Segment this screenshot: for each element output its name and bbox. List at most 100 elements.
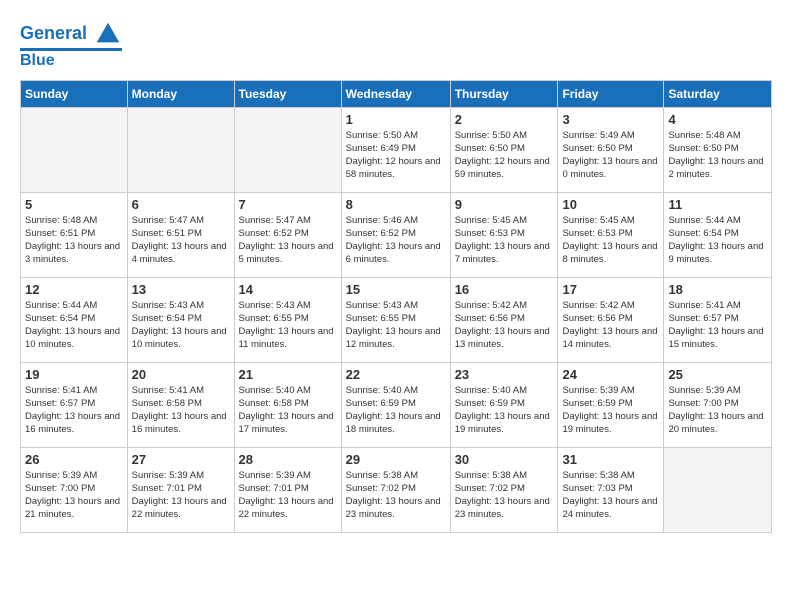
day-info: Sunrise: 5:41 AMSunset: 6:57 PMDaylight:… [668,299,767,352]
logo-text: General [20,20,122,48]
day-info: Sunrise: 5:50 AMSunset: 6:50 PMDaylight:… [455,129,554,182]
day-number: 2 [455,112,554,127]
day-number: 12 [25,282,123,297]
calendar-table: SundayMondayTuesdayWednesdayThursdayFrid… [20,80,772,533]
calendar-cell: 22 Sunrise: 5:40 AMSunset: 6:59 PMDayligh… [341,362,450,447]
calendar-cell: 11 Sunrise: 5:44 AMSunset: 6:54 PMDayligh… [664,192,772,277]
day-info: Sunrise: 5:41 AMSunset: 6:57 PMDaylight:… [25,384,123,437]
day-number: 21 [239,367,337,382]
day-info: Sunrise: 5:40 AMSunset: 6:59 PMDaylight:… [455,384,554,437]
day-number: 3 [562,112,659,127]
day-number: 6 [132,197,230,212]
calendar-cell: 16Sunrise: 5:42 AMSunset: 6:56 PMDayligh… [450,277,558,362]
day-number: 27 [132,452,230,467]
calendar-cell: 6Sunrise: 5:47 AMSunset: 6:51 PMDaylight… [127,192,234,277]
days-header-row: SundayMondayTuesdayWednesdayThursdayFrid… [21,80,772,107]
day-number: 20 [132,367,230,382]
day-header-thursday: Thursday [450,80,558,107]
day-info: Sunrise: 5:44 AMSunset: 6:54 PMDaylight:… [668,214,767,267]
week-row-2: 5Sunrise: 5:48 AMSunset: 6:51 PMDaylight… [21,192,772,277]
calendar-cell: 26 Sunrise: 5:39 AMSunset: 7:00 PMDayligh… [21,447,128,532]
page-header: General Blue [20,20,772,70]
day-number: 29 [346,452,446,467]
calendar-cell: 28 Sunrise: 5:39 AMSunset: 7:01 PMDayligh… [234,447,341,532]
calendar-cell: 30 Sunrise: 5:38 AMSunset: 7:02 PMDayligh… [450,447,558,532]
day-number: 23 [455,367,554,382]
day-number: 31 [562,452,659,467]
day-number: 9 [455,197,554,212]
day-number: 19 [25,367,123,382]
day-info: Sunrise: 5:41 AMSunset: 6:58 PMDaylight:… [132,384,230,437]
calendar-cell: 10 Sunrise: 5:45 AMSunset: 6:53 PMDayligh… [558,192,664,277]
day-info: Sunrise: 5:39 AMSunset: 6:59 PMDaylight:… [562,384,659,437]
day-info: Sunrise: 5:43 AMSunset: 6:54 PMDaylight:… [132,299,230,352]
calendar-cell: 27 Sunrise: 5:39 AMSunset: 7:01 PMDayligh… [127,447,234,532]
calendar-cell: 12 Sunrise: 5:44 AMSunset: 6:54 PMDayligh… [21,277,128,362]
day-info: Sunrise: 5:39 AMSunset: 7:00 PMDaylight:… [25,469,123,522]
calendar-cell: 9 Sunrise: 5:45 AMSunset: 6:53 PMDaylight… [450,192,558,277]
day-number: 1 [346,112,446,127]
day-number: 17 [562,282,659,297]
day-number: 14 [239,282,337,297]
calendar-cell: 19 Sunrise: 5:41 AMSunset: 6:57 PMDayligh… [21,362,128,447]
week-row-5: 26 Sunrise: 5:39 AMSunset: 7:00 PMDayligh… [21,447,772,532]
day-info: Sunrise: 5:48 AMSunset: 6:50 PMDaylight:… [668,129,767,182]
calendar-cell: 13Sunrise: 5:43 AMSunset: 6:54 PMDayligh… [127,277,234,362]
week-row-3: 12 Sunrise: 5:44 AMSunset: 6:54 PMDayligh… [21,277,772,362]
day-number: 7 [239,197,337,212]
day-info: Sunrise: 5:39 AMSunset: 7:01 PMDaylight:… [132,469,230,522]
day-number: 11 [668,197,767,212]
day-number: 22 [346,367,446,382]
day-info: Sunrise: 5:39 AMSunset: 7:01 PMDaylight:… [239,469,337,522]
day-number: 10 [562,197,659,212]
day-header-saturday: Saturday [664,80,772,107]
day-info: Sunrise: 5:38 AMSunset: 7:02 PMDaylight:… [455,469,554,522]
calendar-cell [234,107,341,192]
day-info: Sunrise: 5:39 AMSunset: 7:00 PMDaylight:… [668,384,767,437]
calendar-cell: 7Sunrise: 5:47 AMSunset: 6:52 PMDaylight… [234,192,341,277]
day-info: Sunrise: 5:45 AMSunset: 6:53 PMDaylight:… [455,214,554,267]
day-info: Sunrise: 5:46 AMSunset: 6:52 PMDaylight:… [346,214,446,267]
calendar-cell: 2 Sunrise: 5:50 AMSunset: 6:50 PMDaylight… [450,107,558,192]
day-number: 18 [668,282,767,297]
day-info: Sunrise: 5:38 AMSunset: 7:03 PMDaylight:… [562,469,659,522]
day-number: 15 [346,282,446,297]
calendar-cell: 3 Sunrise: 5:49 AMSunset: 6:50 PMDaylight… [558,107,664,192]
day-header-friday: Friday [558,80,664,107]
calendar-cell: 20 Sunrise: 5:41 AMSunset: 6:58 PMDayligh… [127,362,234,447]
day-header-sunday: Sunday [21,80,128,107]
calendar-cell: 18 Sunrise: 5:41 AMSunset: 6:57 PMDayligh… [664,277,772,362]
day-info: Sunrise: 5:49 AMSunset: 6:50 PMDaylight:… [562,129,659,182]
calendar-cell: 5Sunrise: 5:48 AMSunset: 6:51 PMDaylight… [21,192,128,277]
day-header-tuesday: Tuesday [234,80,341,107]
calendar-cell: 4 Sunrise: 5:48 AMSunset: 6:50 PMDaylight… [664,107,772,192]
day-info: Sunrise: 5:50 AMSunset: 6:49 PMDaylight:… [346,129,446,182]
day-number: 24 [562,367,659,382]
calendar-cell: 15 Sunrise: 5:43 AMSunset: 6:55 PMDayligh… [341,277,450,362]
day-info: Sunrise: 5:44 AMSunset: 6:54 PMDaylight:… [25,299,123,352]
day-number: 28 [239,452,337,467]
day-info: Sunrise: 5:43 AMSunset: 6:55 PMDaylight:… [346,299,446,352]
day-info: Sunrise: 5:40 AMSunset: 6:59 PMDaylight:… [346,384,446,437]
week-row-1: 1 Sunrise: 5:50 AMSunset: 6:49 PMDaylight… [21,107,772,192]
calendar-cell: 8 Sunrise: 5:46 AMSunset: 6:52 PMDaylight… [341,192,450,277]
day-header-monday: Monday [127,80,234,107]
day-number: 8 [346,197,446,212]
day-number: 30 [455,452,554,467]
calendar-cell: 31 Sunrise: 5:38 AMSunset: 7:03 PMDayligh… [558,447,664,532]
day-number: 4 [668,112,767,127]
day-info: Sunrise: 5:38 AMSunset: 7:02 PMDaylight:… [346,469,446,522]
calendar-cell: 21Sunrise: 5:40 AMSunset: 6:58 PMDayligh… [234,362,341,447]
calendar-cell: 1 Sunrise: 5:50 AMSunset: 6:49 PMDaylight… [341,107,450,192]
calendar-cell: 17 Sunrise: 5:42 AMSunset: 6:56 PMDayligh… [558,277,664,362]
calendar-cell [664,447,772,532]
logo: General Blue [20,20,122,70]
day-header-wednesday: Wednesday [341,80,450,107]
day-info: Sunrise: 5:48 AMSunset: 6:51 PMDaylight:… [25,214,123,267]
day-info: Sunrise: 5:42 AMSunset: 6:56 PMDaylight:… [562,299,659,352]
week-row-4: 19 Sunrise: 5:41 AMSunset: 6:57 PMDayligh… [21,362,772,447]
day-number: 26 [25,452,123,467]
calendar-cell [127,107,234,192]
day-info: Sunrise: 5:45 AMSunset: 6:53 PMDaylight:… [562,214,659,267]
calendar-cell: 25Sunrise: 5:39 AMSunset: 7:00 PMDayligh… [664,362,772,447]
